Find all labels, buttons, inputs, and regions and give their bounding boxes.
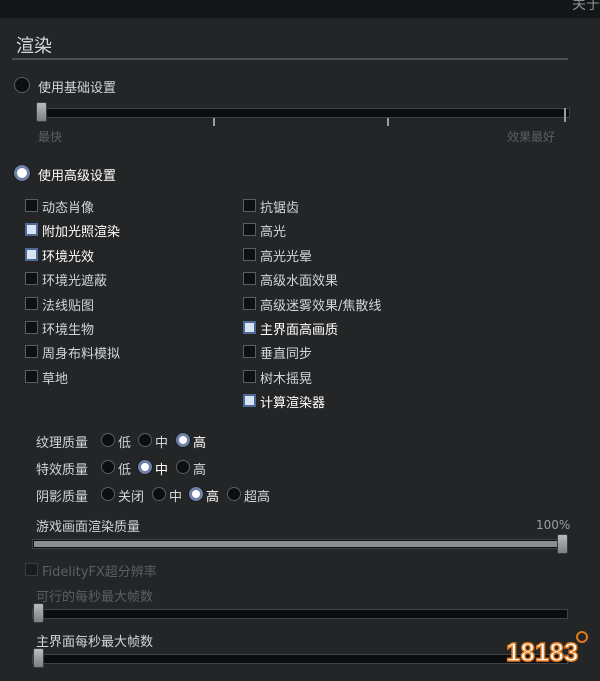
watermark-text: 18183 [506, 637, 578, 667]
shadow-quality-option-label: 超高 [244, 490, 271, 505]
option-checkbox[interactable] [243, 321, 256, 334]
shadow-quality-option-label: 中 [169, 490, 183, 505]
texture-quality-label: 纹理质量 [36, 436, 89, 451]
shadow-quality-option-radio[interactable] [227, 487, 241, 501]
shadow-quality-label: 阴影质量 [36, 490, 89, 505]
option-checkbox[interactable] [243, 296, 256, 310]
slider-tick [213, 118, 215, 126]
effects-quality-option-radio[interactable] [176, 460, 190, 474]
option-label: 法线贴图 [42, 298, 95, 314]
texture-quality-option-label: 中 [155, 436, 169, 451]
option-label: 草地 [42, 371, 69, 387]
option-label: 垂直同步 [260, 347, 313, 363]
option-label: 周身布料模拟 [42, 347, 121, 363]
option-checkbox[interactable] [25, 247, 38, 261]
option-label: 环境光遮蔽 [42, 274, 108, 290]
basic-quality-slider-handle[interactable] [36, 102, 47, 122]
option-checkbox[interactable] [243, 247, 256, 261]
advanced-settings-label: 使用高级设置 [38, 169, 117, 184]
option-label: 抗锯齿 [260, 201, 300, 216]
basic-settings-label: 使用基础设置 [38, 81, 117, 96]
option-label: 计算渲染器 [260, 396, 326, 412]
slider-tick [564, 108, 566, 122]
effects-quality-option-label: 高 [193, 463, 207, 478]
texture-quality-option-radio[interactable] [101, 433, 115, 447]
render-quality-value: 100% [536, 518, 571, 532]
option-checkbox[interactable] [25, 199, 38, 212]
option-checkbox[interactable] [25, 369, 38, 383]
menu-fps-label: 主界面每秒最大帧数 [36, 635, 154, 650]
option-checkbox[interactable] [25, 223, 38, 237]
slider-tick [387, 118, 389, 126]
render-quality-label: 游戏画面渲染质量 [36, 520, 141, 535]
slider-max-label: 效果最好 [507, 130, 556, 144]
option-label: 树木摇晃 [260, 371, 313, 387]
effects-quality-option-radio[interactable] [101, 460, 115, 474]
shadow-quality-option-radio[interactable] [189, 487, 203, 501]
render-quality-slider[interactable] [32, 539, 568, 549]
fidelityfx-checkbox[interactable] [25, 563, 38, 576]
texture-quality-option-label: 低 [118, 436, 132, 451]
option-checkbox[interactable] [243, 199, 256, 212]
slider-min-label: 最快 [38, 130, 63, 144]
option-label: 高级水面效果 [260, 274, 339, 290]
option-checkbox[interactable] [243, 369, 256, 383]
watermark-logo: 18183 [505, 631, 588, 668]
shadow-quality-option-label: 高 [206, 490, 220, 505]
effects-quality-option-label: 低 [118, 463, 132, 478]
option-checkbox[interactable] [25, 296, 38, 310]
option-checkbox[interactable] [243, 394, 256, 408]
basic-settings-radio[interactable] [14, 77, 30, 93]
option-label: 高级迷雾效果/焦散线 [260, 298, 382, 314]
basic-quality-slider[interactable] [36, 108, 570, 118]
option-checkbox[interactable] [25, 345, 38, 359]
shadow-quality-option-radio[interactable] [152, 487, 166, 501]
menu-fps-slider[interactable] [32, 654, 568, 664]
render-quality-slider-handle[interactable] [557, 534, 568, 554]
fidelityfx-label: FidelityFX超分辨率 [42, 565, 157, 580]
effects-quality-label: 特效质量 [36, 463, 89, 478]
option-checkbox[interactable] [243, 345, 256, 359]
option-checkbox[interactable] [243, 272, 256, 286]
menu-fps-slider-handle[interactable] [33, 648, 44, 668]
section-title: 渲染 [16, 36, 52, 57]
option-checkbox[interactable] [243, 223, 256, 237]
render-quality-fill [34, 541, 568, 547]
option-label: 动态肖像 [42, 201, 95, 216]
texture-quality-option-radio[interactable] [138, 433, 152, 447]
effects-quality-option-label: 中 [155, 463, 169, 478]
option-label: 附加光照渲染 [42, 225, 121, 241]
option-checkbox[interactable] [25, 272, 38, 286]
effects-quality-option-radio[interactable] [138, 460, 152, 474]
texture-quality-option-label: 高 [193, 436, 207, 451]
sun-icon [576, 631, 588, 643]
option-checkbox[interactable] [25, 321, 38, 334]
option-label: 高光光晕 [260, 249, 313, 265]
shadow-quality-option-label: 关闭 [118, 490, 145, 505]
option-label: 环境光效 [42, 249, 95, 265]
option-label: 高光 [260, 225, 287, 241]
shadow-quality-option-radio[interactable] [101, 487, 115, 501]
about-tab[interactable]: 关于 [572, 0, 600, 14]
top-bar: 关于 [0, 0, 600, 18]
max-fps-slider[interactable] [32, 609, 568, 619]
advanced-settings-radio[interactable] [14, 165, 30, 181]
max-fps-label: 可行的每秒最大帧数 [36, 590, 154, 605]
max-fps-slider-handle[interactable] [33, 603, 44, 623]
texture-quality-option-radio[interactable] [176, 433, 190, 447]
option-label: 环境生物 [42, 323, 95, 338]
section-divider [12, 58, 568, 60]
option-label: 主界面高画质 [260, 323, 339, 338]
